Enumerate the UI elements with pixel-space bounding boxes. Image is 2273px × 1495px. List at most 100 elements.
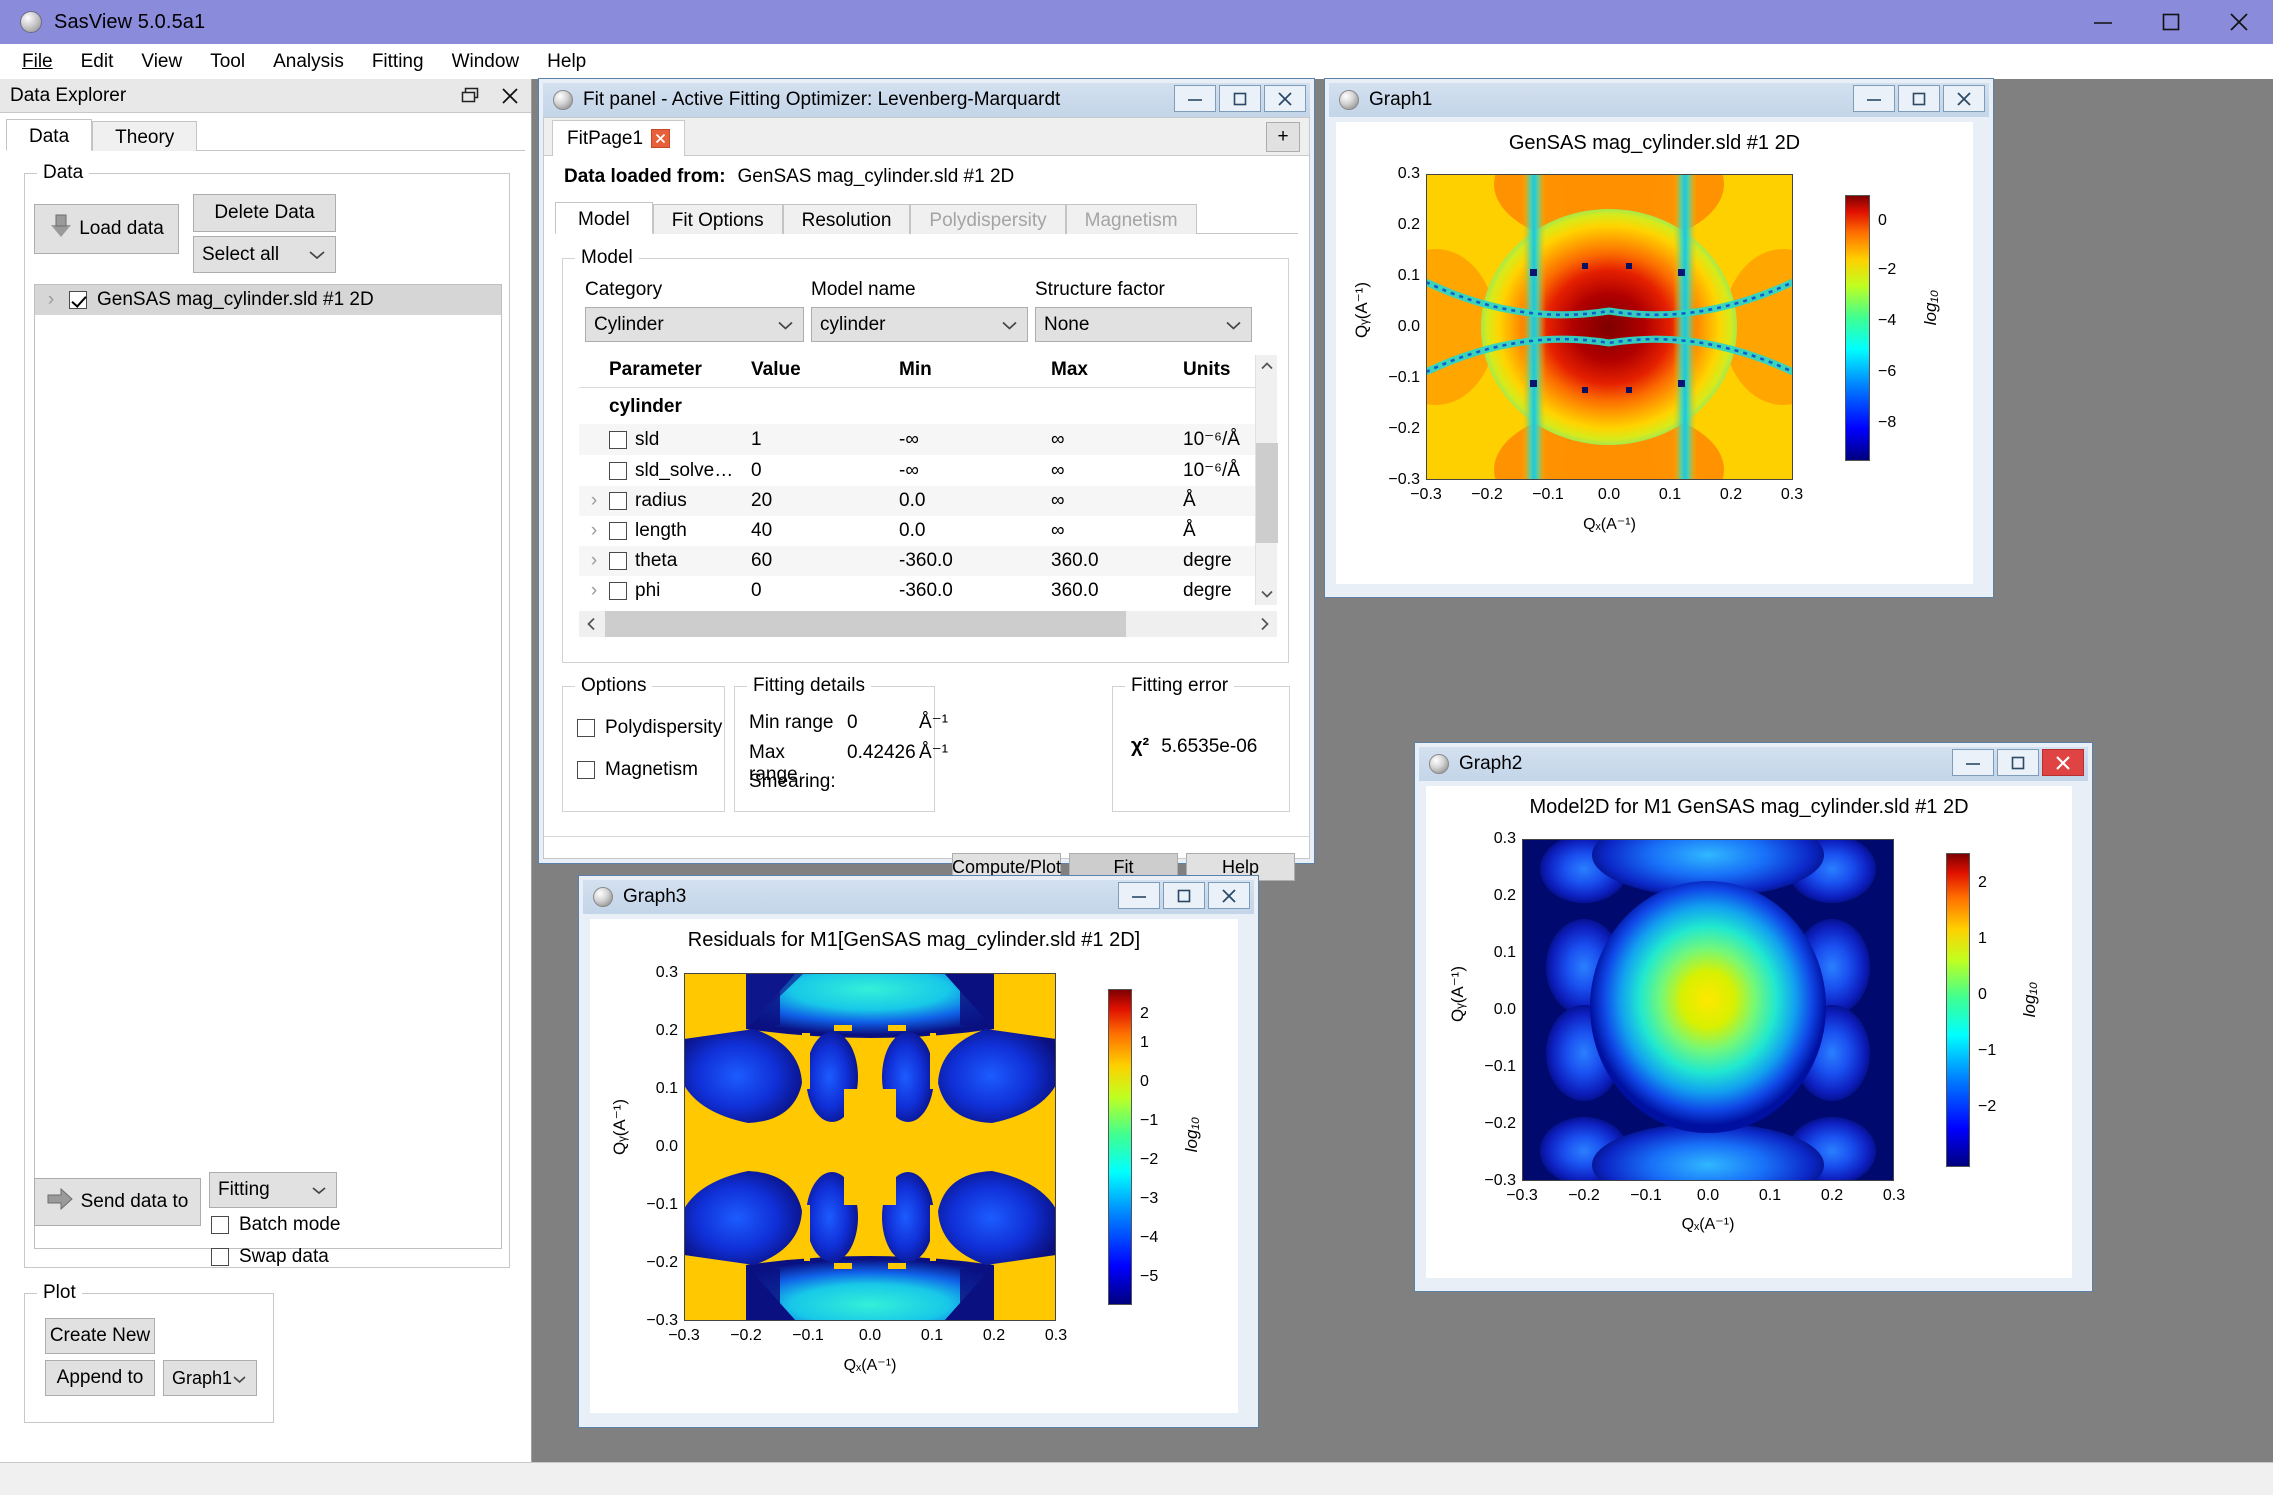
param-checkbox[interactable] xyxy=(609,582,627,600)
expand-chevron-icon[interactable]: › xyxy=(579,486,609,516)
scroll-down-icon[interactable] xyxy=(1256,583,1278,605)
param-value[interactable]: 60 xyxy=(751,546,899,576)
send-data-to-button[interactable]: Send data to xyxy=(34,1178,201,1226)
minimize-icon[interactable] xyxy=(1118,882,1160,909)
graph1-heatmap[interactable] xyxy=(1426,174,1793,480)
minimize-icon[interactable] xyxy=(2069,0,2137,44)
polydispersity-checkbox[interactable] xyxy=(577,719,595,737)
menu-tool[interactable]: Tool xyxy=(196,47,259,77)
tab-fit-options[interactable]: Fit Options xyxy=(653,204,783,234)
table-row[interactable]: sld 1 -∞ ∞ 10⁻⁶/Å xyxy=(579,424,1257,455)
minimize-icon[interactable] xyxy=(1174,85,1216,112)
close-icon[interactable] xyxy=(1208,882,1250,909)
maximize-icon[interactable] xyxy=(1997,749,2039,776)
scroll-up-icon[interactable] xyxy=(1256,355,1278,377)
param-table-vscrollbar[interactable] xyxy=(1255,355,1277,605)
data-list[interactable]: › GenSAS mag_cylinder.sld #1 2D xyxy=(34,284,502,1249)
param-min[interactable]: -360.0 xyxy=(899,546,1051,576)
menu-file[interactable]: File xyxy=(8,47,67,77)
vscroll-thumb[interactable] xyxy=(1256,443,1278,543)
scroll-left-icon[interactable] xyxy=(579,617,605,631)
menu-view[interactable]: View xyxy=(127,47,196,77)
magnetism-checkbox[interactable] xyxy=(577,761,595,779)
swap-data-row[interactable]: Swap data xyxy=(211,1246,329,1268)
max-range-value[interactable]: 0.42426 xyxy=(847,742,907,764)
expand-chevron-icon[interactable]: › xyxy=(579,576,609,605)
graph-target-combo[interactable]: Graph1 xyxy=(163,1360,257,1396)
param-min[interactable]: -∞ xyxy=(899,424,1051,455)
param-checkbox[interactable] xyxy=(609,431,627,449)
param-max[interactable]: ∞ xyxy=(1051,516,1183,546)
minimize-icon[interactable] xyxy=(1952,749,1994,776)
param-value[interactable]: 0 xyxy=(751,576,899,605)
param-value[interactable]: 0 xyxy=(751,455,899,486)
add-fitpage-button[interactable]: + xyxy=(1266,122,1300,152)
param-max[interactable]: ∞ xyxy=(1051,486,1183,516)
param-min[interactable]: -∞ xyxy=(899,455,1051,486)
list-item[interactable]: › GenSAS mag_cylinder.sld #1 2D xyxy=(35,285,501,315)
fitpage-tab[interactable]: FitPage1 xyxy=(552,120,685,156)
param-checkbox[interactable] xyxy=(609,552,627,570)
category-combo[interactable]: Cylinder xyxy=(585,307,804,342)
param-min[interactable]: -360.0 xyxy=(899,576,1051,605)
polydispersity-row[interactable]: Polydispersity xyxy=(577,717,722,739)
close-icon[interactable] xyxy=(495,81,525,111)
data-item-checkbox[interactable] xyxy=(69,291,87,309)
minimize-icon[interactable] xyxy=(1853,85,1895,112)
graph2-heatmap[interactable] xyxy=(1522,839,1894,1181)
perspective-combo[interactable]: Fitting xyxy=(209,1172,337,1208)
tab-data[interactable]: Data xyxy=(6,119,92,151)
magnetism-row[interactable]: Magnetism xyxy=(577,759,698,781)
append-to-button[interactable]: Append to xyxy=(45,1360,155,1396)
menu-edit[interactable]: Edit xyxy=(67,47,128,77)
menu-window[interactable]: Window xyxy=(438,47,534,77)
maximize-icon[interactable] xyxy=(2137,0,2205,44)
param-min[interactable]: 0.0 xyxy=(899,486,1051,516)
float-icon[interactable] xyxy=(455,81,485,111)
table-row[interactable]: › theta 60 -360.0 360.0 degre xyxy=(579,546,1257,576)
tab-theory[interactable]: Theory xyxy=(92,121,197,151)
expand-chevron-icon[interactable]: › xyxy=(579,546,609,576)
table-row[interactable]: › phi 0 -360.0 360.0 degre xyxy=(579,576,1257,605)
maximize-icon[interactable] xyxy=(1219,85,1261,112)
select-all-combo[interactable]: Select all xyxy=(193,236,336,273)
param-table-hscrollbar[interactable] xyxy=(579,611,1277,637)
param-value[interactable]: 1 xyxy=(751,424,899,455)
hscroll-thumb[interactable] xyxy=(605,611,1126,637)
menu-fitting[interactable]: Fitting xyxy=(358,47,438,77)
maximize-icon[interactable] xyxy=(1898,85,1940,112)
delete-data-button[interactable]: Delete Data xyxy=(193,194,336,232)
param-max[interactable]: ∞ xyxy=(1051,424,1183,455)
param-min[interactable]: 0.0 xyxy=(899,516,1051,546)
tab-resolution[interactable]: Resolution xyxy=(783,204,911,234)
maximize-icon[interactable] xyxy=(1163,882,1205,909)
param-max[interactable]: 360.0 xyxy=(1051,576,1183,605)
param-max[interactable]: ∞ xyxy=(1051,455,1183,486)
tab-model[interactable]: Model xyxy=(555,202,653,234)
table-row[interactable]: › length 40 0.0 ∞ Å xyxy=(579,516,1257,546)
menu-help[interactable]: Help xyxy=(533,47,600,77)
close-tab-icon[interactable] xyxy=(651,129,670,148)
param-checkbox[interactable] xyxy=(609,492,627,510)
chevron-right-icon[interactable]: › xyxy=(43,289,59,311)
close-icon[interactable] xyxy=(2042,749,2084,776)
menu-analysis[interactable]: Analysis xyxy=(259,47,358,77)
param-checkbox[interactable] xyxy=(609,462,627,480)
graph3-heatmap[interactable] xyxy=(684,973,1056,1321)
table-row[interactable]: › radius 20 0.0 ∞ Å xyxy=(579,486,1257,516)
swap-data-checkbox[interactable] xyxy=(211,1248,229,1266)
param-checkbox[interactable] xyxy=(609,522,627,540)
model-name-combo[interactable]: cylinder xyxy=(811,307,1028,342)
table-row[interactable]: sld_solve… 0 -∞ ∞ 10⁻⁶/Å xyxy=(579,455,1257,486)
close-icon[interactable] xyxy=(1943,85,1985,112)
close-icon[interactable] xyxy=(2205,0,2273,44)
close-icon[interactable] xyxy=(1264,85,1306,112)
batch-mode-checkbox[interactable] xyxy=(211,1216,229,1234)
scroll-right-icon[interactable] xyxy=(1251,617,1277,631)
create-new-button[interactable]: Create New xyxy=(45,1318,155,1354)
parameter-table[interactable]: Parameter Value Min Max Units xyxy=(579,355,1257,605)
expand-chevron-icon[interactable]: › xyxy=(579,516,609,546)
min-range-value[interactable]: 0 xyxy=(847,712,907,734)
batch-mode-row[interactable]: Batch mode xyxy=(211,1214,340,1236)
structure-factor-combo[interactable]: None xyxy=(1035,307,1252,342)
